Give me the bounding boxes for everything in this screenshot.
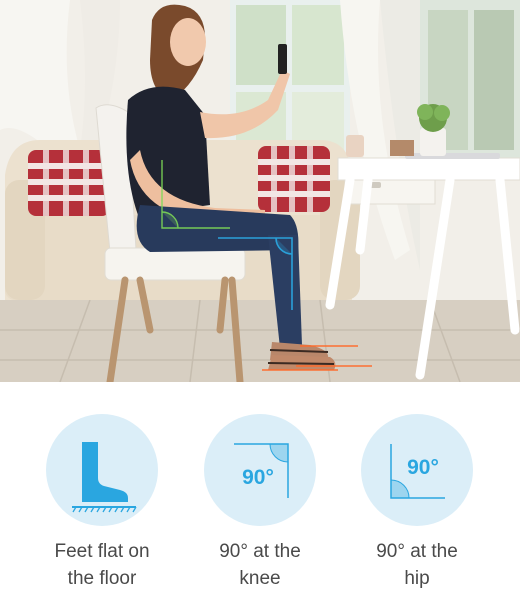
posture-icons-row: 90° 90° (0, 414, 520, 526)
feet-badge (46, 414, 158, 526)
hip-angle-label: 90° (407, 456, 439, 479)
knee-caption: 90° at the knee (180, 538, 340, 592)
knee-badge: 90° (204, 414, 316, 526)
feet-caption-line2: the floor (67, 568, 137, 589)
hip-badge: 90° (361, 414, 473, 526)
knee-caption-line1: 90° at the (219, 541, 301, 562)
hip-caption-line2: hip (404, 568, 430, 589)
knee-angle-label: 90° (242, 466, 274, 489)
posture-photo (0, 0, 520, 382)
knee-caption-line2: knee (239, 568, 281, 589)
feet-caption: Feet flat on the floor (22, 538, 182, 592)
hip-caption: 90° at the hip (337, 538, 497, 592)
hip-caption-line1: 90° at the (376, 541, 458, 562)
feet-caption-line1: Feet flat on (54, 541, 150, 562)
